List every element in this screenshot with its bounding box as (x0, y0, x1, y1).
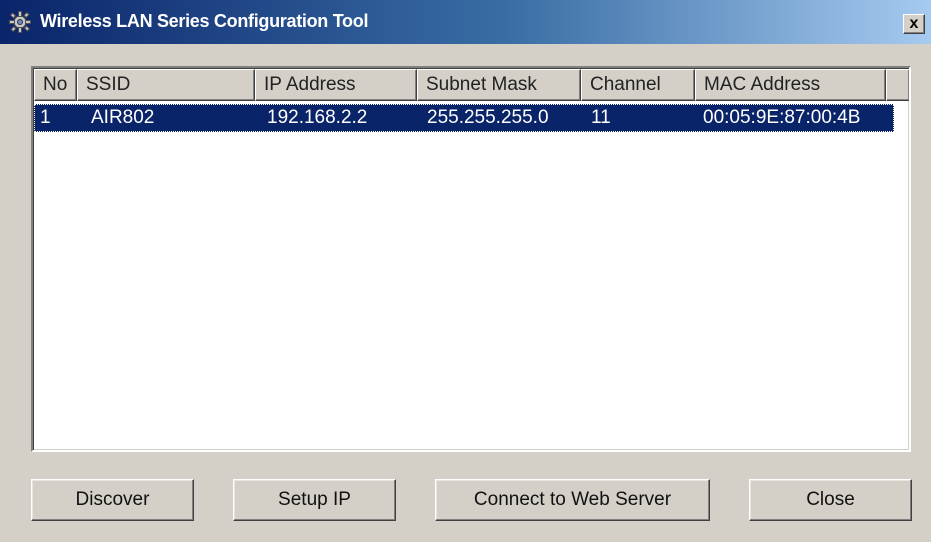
column-header-channel[interactable]: Channel (581, 69, 695, 101)
window-title: Wireless LAN Series Configuration Tool (40, 11, 369, 31)
table-row[interactable]: 1 AIR802 192.168.2.2 255.255.255.0 11 00… (34, 104, 894, 132)
cell-mac-address: 00:05:9E:87:00:4B (703, 107, 861, 128)
column-header-ip-address[interactable]: IP Address (255, 69, 417, 101)
cell-ip-address: 192.168.2.2 (267, 107, 368, 128)
setup-ip-button[interactable]: Setup IP (233, 479, 396, 521)
column-header-row: No SSID IP Address Subnet Mask Channel M… (34, 69, 909, 101)
cell-ssid: AIR802 (91, 107, 155, 128)
column-header-no[interactable]: No (34, 69, 77, 101)
connect-web-server-button[interactable]: Connect to Web Server (435, 479, 710, 521)
gear-icon (8, 10, 32, 34)
close-window-button[interactable]: x (903, 14, 925, 34)
discover-button[interactable]: Discover (31, 479, 194, 521)
column-header-ssid[interactable]: SSID (77, 69, 255, 101)
cell-channel: 11 (591, 107, 611, 128)
device-list[interactable]: No SSID IP Address Subnet Mask Channel M… (31, 66, 911, 452)
config-tool-window: Wireless LAN Series Configuration Tool x… (0, 0, 931, 542)
column-header-mac-address[interactable]: MAC Address (695, 69, 886, 101)
column-header-filler (886, 69, 909, 101)
cell-subnet-mask: 255.255.255.0 (427, 107, 549, 128)
title-bar[interactable]: Wireless LAN Series Configuration Tool x (0, 0, 931, 44)
close-button[interactable]: Close (749, 479, 912, 521)
cell-no: 1 (40, 107, 51, 128)
column-header-subnet-mask[interactable]: Subnet Mask (417, 69, 581, 101)
close-icon: x (909, 15, 919, 32)
